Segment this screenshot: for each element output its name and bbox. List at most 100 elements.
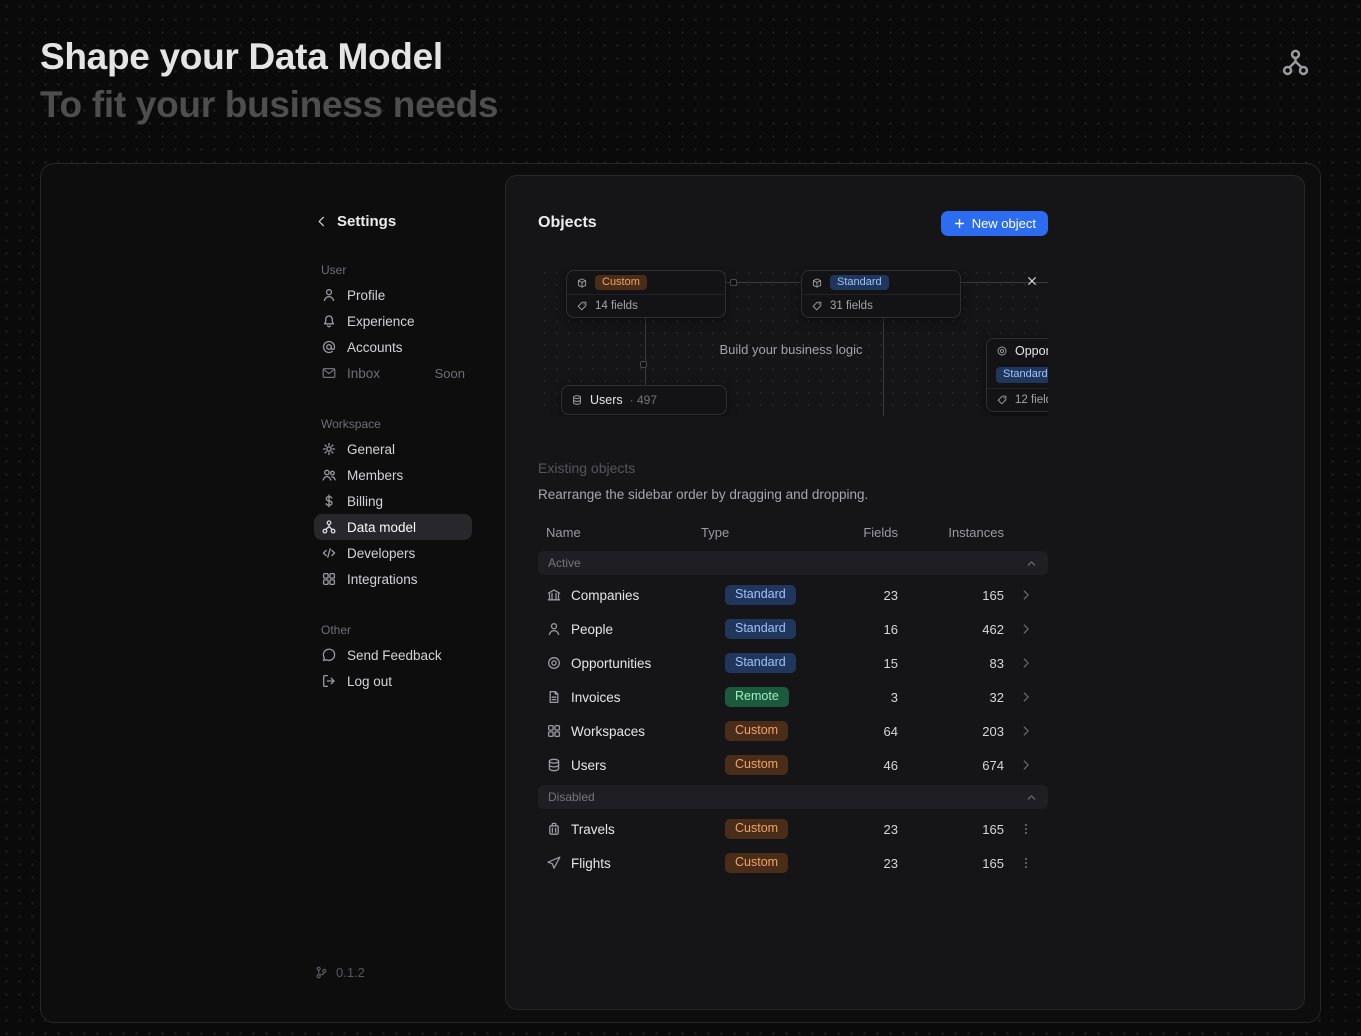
object-fields: 64 [838, 724, 898, 739]
row-action-cell [1004, 690, 1048, 704]
grid-icon [546, 723, 562, 739]
settings-back-label: Settings [337, 213, 396, 230]
object-name-cell: Companies [538, 587, 701, 603]
object-name-cell: Travels [538, 821, 701, 837]
sidebar-item-profile[interactable]: Profile [314, 282, 472, 308]
type-badge: Remote [725, 687, 789, 708]
group-header-disabled[interactable]: Disabled [538, 785, 1048, 809]
object-type-cell: Custom [701, 755, 838, 776]
sidebar-item-label: Members [347, 468, 403, 483]
sidebar-item-data-model[interactable]: Data model [314, 514, 472, 540]
chevron-up-icon[interactable] [1025, 791, 1038, 804]
column-header-name: Name [538, 525, 701, 540]
object-row-people[interactable]: PeopleStandard16462 [538, 612, 1048, 646]
group-label: Disabled [548, 790, 595, 804]
row-action-cell [1004, 724, 1048, 738]
canvas-node-users[interactable]: Users · 497 [561, 385, 727, 415]
object-row-invoices[interactable]: Invoices Remote 332 [538, 680, 1048, 714]
object-row-workspaces[interactable]: Workspaces Custom 64203 [538, 714, 1048, 748]
chevron-right-icon[interactable] [1019, 588, 1033, 602]
object-instances: 32 [898, 690, 1004, 705]
object-row-travels[interactable]: TravelsCustom23165 [538, 812, 1048, 846]
object-instances: 165 [898, 822, 1004, 837]
share-nodes-icon [1280, 47, 1311, 78]
sidebar-section-label: Workspace [314, 412, 505, 436]
object-fields: 23 [838, 856, 898, 871]
new-object-button[interactable]: New object [941, 211, 1048, 236]
row-action-cell [1004, 656, 1048, 670]
sidebar-item-accounts[interactable]: Accounts [314, 334, 472, 360]
edge-connector[interactable] [640, 361, 647, 368]
table-header-row: NameTypeFieldsInstances [538, 516, 1048, 548]
sidebar-item-billing[interactable]: Billing [314, 488, 472, 514]
object-instances: 203 [898, 724, 1004, 739]
object-name-cell: Flights [538, 855, 701, 871]
object-name-cell: Users [538, 757, 701, 773]
existing-objects-subtitle: Rearrange the sidebar order by dragging … [538, 487, 1048, 502]
sidebar-item-send-feedback[interactable]: Send Feedback [314, 642, 472, 668]
sidebar-item-log-out[interactable]: Log out [314, 668, 472, 694]
sidebar-item-label: Inbox [347, 366, 380, 381]
sidebar-item-inbox[interactable]: Inbox Soon [314, 360, 472, 386]
object-name: Users [571, 758, 606, 773]
object-row-opportunities[interactable]: OpportunitiesStandard1583 [538, 646, 1048, 680]
version-number: 0.1.2 [336, 965, 365, 980]
luggage-icon [546, 821, 562, 837]
cube-icon [811, 277, 823, 289]
building-icon [546, 587, 562, 603]
chevron-right-icon[interactable] [1019, 724, 1033, 738]
edge-line [645, 317, 646, 385]
git-icon [314, 965, 329, 980]
chevron-right-icon[interactable] [1019, 656, 1033, 670]
type-badge: Standard [725, 653, 796, 674]
objects-heading: Objects [538, 214, 597, 232]
chevron-right-icon[interactable] [1019, 758, 1033, 772]
row-action-cell [1004, 758, 1048, 772]
object-instances: 462 [898, 622, 1004, 637]
kebab-icon[interactable] [1019, 822, 1033, 836]
sidebar-item-label: Accounts [347, 340, 403, 355]
object-fields: 23 [838, 588, 898, 603]
chevron-right-icon[interactable] [1019, 622, 1033, 636]
gear-icon [321, 441, 337, 457]
object-name-cell: Invoices [538, 689, 701, 705]
sidebar-nav: UserProfileExperienceAccountsInboxSoonWo… [314, 258, 505, 694]
chevron-up-icon[interactable] [1025, 557, 1038, 570]
canvas-node-custom[interactable]: Custom 14 fields [566, 270, 726, 318]
object-name-cell: Workspaces [538, 723, 701, 739]
canvas-node-standard[interactable]: Standard 31 fields [801, 270, 961, 318]
object-row-users[interactable]: UsersCustom46674 [538, 748, 1048, 782]
table-body: ActiveCompaniesStandard23165PeopleStanda… [538, 551, 1048, 880]
sidebar-item-label: Log out [347, 674, 392, 689]
object-fields: 3 [838, 690, 898, 705]
page-title: Shape your Data Model [40, 36, 443, 78]
settings-back-button[interactable]: Settings [314, 210, 505, 232]
group-header-active[interactable]: Active [538, 551, 1048, 575]
type-badge: Custom [725, 853, 788, 874]
object-name: Workspaces [571, 724, 645, 739]
custom-badge: Custom [595, 275, 647, 291]
chat-icon [321, 647, 337, 663]
database-icon [571, 394, 583, 406]
sidebar-item-integrations[interactable]: Integrations [314, 566, 472, 592]
edge-connector[interactable] [730, 279, 737, 286]
plane-icon [546, 855, 562, 871]
sidebar-item-members[interactable]: Members [314, 462, 472, 488]
node-title: Opportunities [1015, 344, 1048, 358]
data-model-canvas[interactable]: Custom 14 fields Standard 31 fields [538, 266, 1048, 416]
object-name: Flights [571, 856, 611, 871]
close-icon[interactable] [1025, 274, 1039, 288]
soon-badge: Soon [435, 366, 465, 381]
type-badge: Custom [725, 721, 788, 742]
object-row-flights[interactable]: FlightsCustom23165 [538, 846, 1048, 880]
sidebar-item-general[interactable]: General [314, 436, 472, 462]
object-fields: 15 [838, 656, 898, 671]
chevron-right-icon[interactable] [1019, 690, 1033, 704]
sidebar-item-label: Data model [347, 520, 416, 535]
sidebar-item-developers[interactable]: Developers [314, 540, 472, 566]
canvas-node-opportunities[interactable]: Opportunities Standard 12 fields [986, 338, 1048, 412]
object-row-companies[interactable]: CompaniesStandard23165 [538, 578, 1048, 612]
kebab-icon[interactable] [1019, 856, 1033, 870]
sidebar-item-experience[interactable]: Experience [314, 308, 472, 334]
object-name-cell: Opportunities [538, 655, 701, 671]
